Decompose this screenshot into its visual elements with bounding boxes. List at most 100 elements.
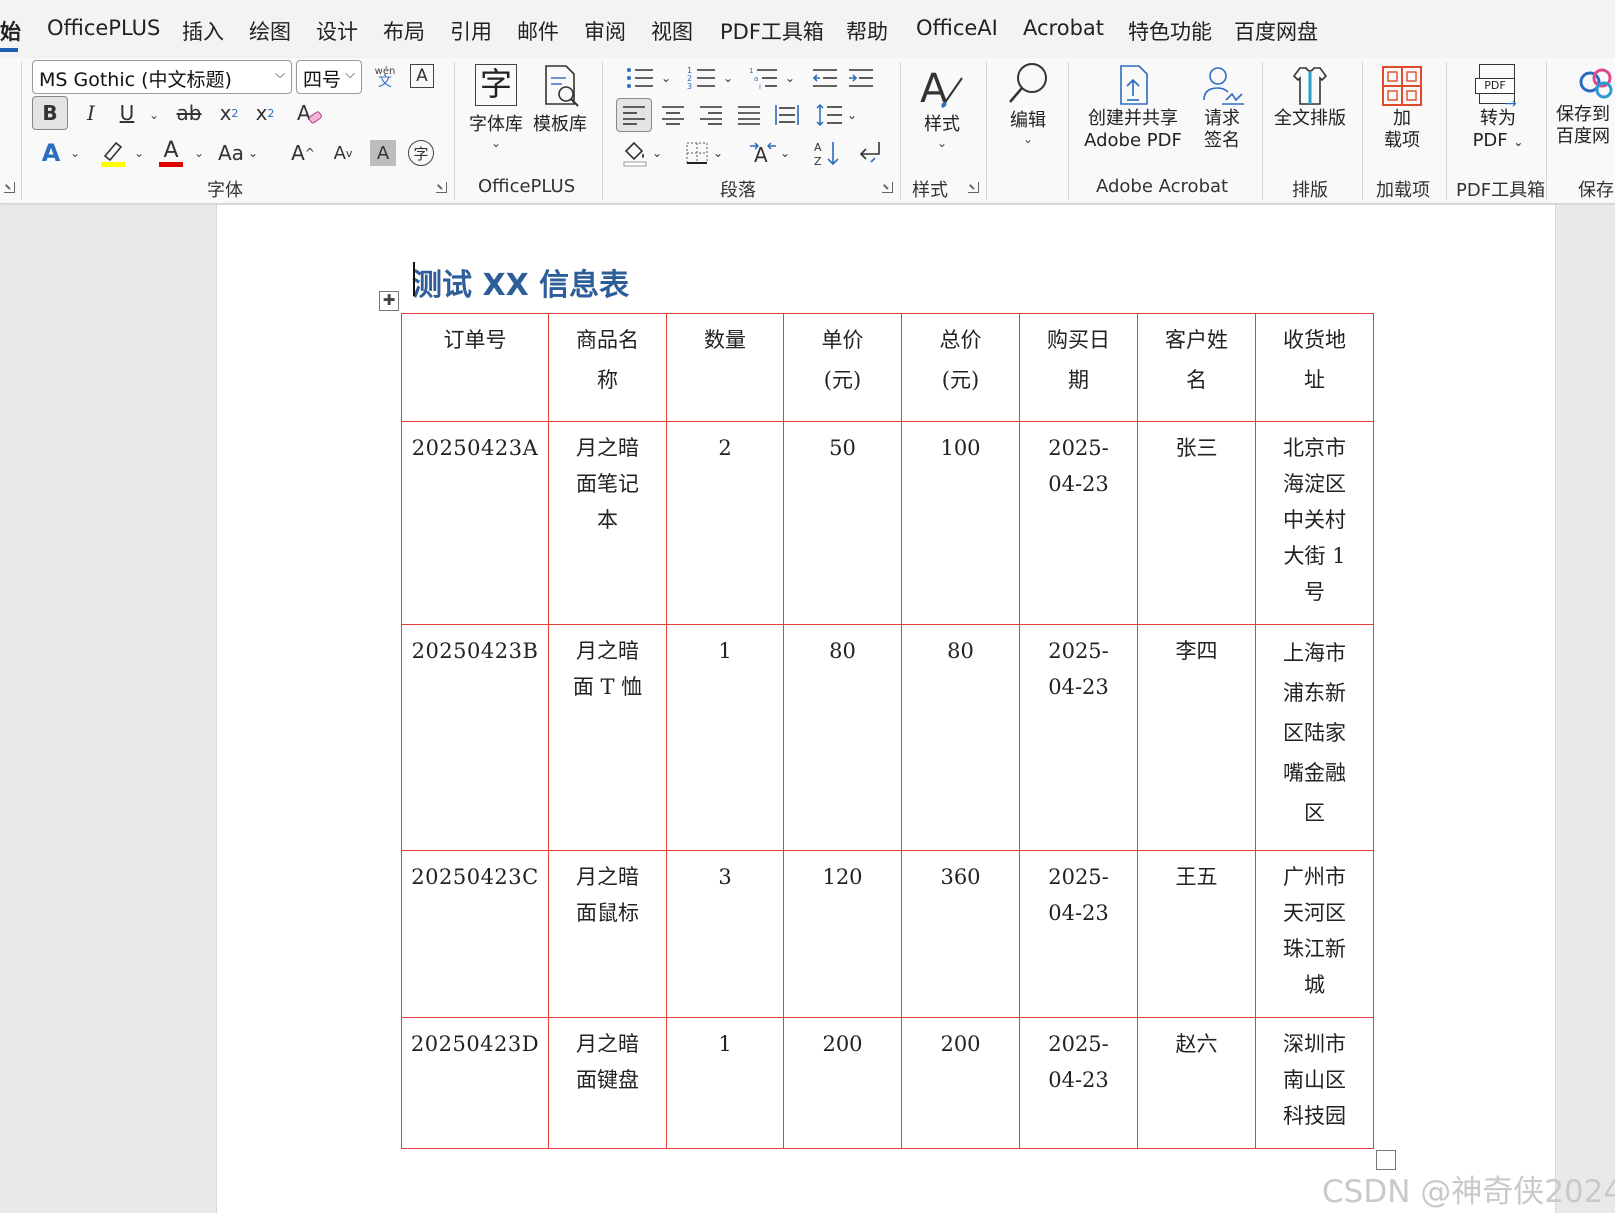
strikethrough-button[interactable]: ab xyxy=(172,96,206,130)
cell-order-no[interactable]: 20250423A xyxy=(401,421,549,625)
tab-pdf-toolbox[interactable]: PDF工具箱 xyxy=(720,16,824,46)
tab-layout[interactable]: 布局 xyxy=(383,16,425,46)
cell-address[interactable]: 广州市 天河区 珠江新城 xyxy=(1255,850,1374,1018)
shading-button[interactable]: ⌄ xyxy=(618,136,666,170)
superscript-button[interactable]: x2 xyxy=(250,96,280,130)
cell-unit-price[interactable]: 80 xyxy=(783,624,902,851)
change-case-button[interactable]: Aa ⌄ xyxy=(216,136,260,170)
character-border-button[interactable]: A xyxy=(410,64,434,88)
subscript-button[interactable]: x2 xyxy=(214,96,244,130)
numbering-button[interactable]: 123 ⌄ xyxy=(680,62,740,94)
show-marks-button[interactable] xyxy=(852,136,886,170)
cell-quantity[interactable]: 2 xyxy=(666,421,784,625)
cell-address[interactable]: 深圳市 南山区 科技园 xyxy=(1255,1017,1374,1149)
cell-customer[interactable]: 李四 xyxy=(1137,624,1256,851)
tab-view[interactable]: 视图 xyxy=(651,16,693,46)
table-move-handle-icon[interactable]: ✚ xyxy=(379,291,399,311)
tab-insert[interactable]: 插入 xyxy=(182,16,224,46)
highlight-button[interactable] xyxy=(98,136,128,170)
chevron-down-icon[interactable]: ⌵ xyxy=(345,67,355,82)
tab-references[interactable]: 引用 xyxy=(450,16,492,46)
font-color-button[interactable]: A xyxy=(156,136,186,170)
increase-indent-button[interactable] xyxy=(844,62,878,94)
cell-unit-price[interactable]: 120 xyxy=(783,850,902,1018)
header-cell-unit-price[interactable]: 单价 (元) xyxy=(783,313,902,422)
cell-customer[interactable]: 赵六 xyxy=(1137,1017,1256,1149)
cell-product[interactable]: 月之暗 面鼠标 xyxy=(548,850,667,1018)
justify-button[interactable] xyxy=(732,98,766,132)
italic-button[interactable]: I xyxy=(76,96,106,130)
cell-order-no[interactable]: 20250423D xyxy=(401,1017,549,1149)
align-left-button[interactable] xyxy=(616,98,652,132)
cell-order-no[interactable]: 20250423C xyxy=(401,850,549,1018)
font-size-select[interactable]: 四号 ⌵ xyxy=(296,60,362,94)
editing-button[interactable]: 编辑 ⌄ xyxy=(996,60,1060,146)
tab-review[interactable]: 审阅 xyxy=(584,16,626,46)
underline-dropdown-chevron-icon[interactable]: ⌄ xyxy=(149,108,159,122)
convert-to-pdf-button[interactable]: PDF → 转为 PDF ⌄ xyxy=(1460,64,1536,153)
document-title[interactable]: 测试 XX 信息表 xyxy=(412,260,629,304)
template-library-button[interactable]: 模板库 xyxy=(530,64,590,136)
cell-total-price[interactable]: 200 xyxy=(901,1017,1020,1149)
header-cell-total-price[interactable]: 总价 (元) xyxy=(901,313,1020,422)
cell-quantity[interactable]: 1 xyxy=(666,624,784,851)
header-cell-product[interactable]: 商品名称 xyxy=(548,313,667,422)
text-effects-button[interactable]: A xyxy=(36,136,66,170)
align-right-button[interactable] xyxy=(694,98,728,132)
distributed-button[interactable] xyxy=(770,98,804,132)
cell-total-price[interactable]: 100 xyxy=(901,421,1020,625)
font-name-select[interactable]: MS Gothic (中文标题) ⌵ xyxy=(32,60,292,94)
cell-customer[interactable]: 张三 xyxy=(1137,421,1256,625)
sort-button[interactable]: AZ xyxy=(810,136,844,170)
create-share-pdf-button[interactable]: 创建并共享 Adobe PDF xyxy=(1078,64,1188,152)
decrease-indent-button[interactable] xyxy=(808,62,842,94)
request-signature-button[interactable]: 请求 签名 xyxy=(1192,64,1252,152)
header-cell-purchase-date[interactable]: 购买日期 xyxy=(1019,313,1138,422)
cell-order-no[interactable]: 20250423B xyxy=(401,624,549,851)
cell-address[interactable]: 上海市 浦东新 区陆家 嘴金融区 xyxy=(1255,624,1374,851)
info-table[interactable]: 订单号 商品名称 数量 单价 (元) 总价 (元) 购买日期 客户姓名 收货地址 2… xyxy=(401,313,1374,1149)
borders-button[interactable]: ⌄ xyxy=(680,136,728,170)
tab-design[interactable]: 设计 xyxy=(316,16,358,46)
tab-special-features[interactable]: 特色功能 xyxy=(1128,16,1212,46)
asian-layout-button[interactable]: A ⌄ xyxy=(744,136,794,170)
cell-unit-price[interactable]: 50 xyxy=(783,421,902,625)
cell-customer[interactable]: 王五 xyxy=(1137,850,1256,1018)
tab-home[interactable]: 始 xyxy=(0,16,21,46)
multilevel-list-button[interactable]: 1ai ⌄ xyxy=(742,62,802,94)
grow-font-button[interactable]: A ^ xyxy=(288,136,318,170)
shrink-font-button[interactable]: Av xyxy=(328,136,358,170)
cell-product[interactable]: 月之暗面 T 恤 xyxy=(548,624,667,851)
header-cell-order-no[interactable]: 订单号 xyxy=(401,313,549,422)
text-effects-chevron-icon[interactable]: ⌄ xyxy=(70,146,80,160)
cell-address[interactable]: 北京市 海淀区 中关村 大街 1 号 xyxy=(1255,421,1374,625)
character-shading-button[interactable]: A xyxy=(370,140,396,166)
font-library-button[interactable]: 字 字体库 ⌄ xyxy=(466,64,526,150)
save-to-baidu-button[interactable]: 保存到 百度网 xyxy=(1556,64,1615,148)
enclose-characters-button[interactable]: 字 xyxy=(408,140,434,166)
highlight-chevron-icon[interactable]: ⌄ xyxy=(134,146,144,160)
tab-baidu-netdisk[interactable]: 百度网盘 xyxy=(1234,16,1318,46)
header-cell-customer[interactable]: 客户姓名 xyxy=(1137,313,1256,422)
cell-quantity[interactable]: 3 xyxy=(666,850,784,1018)
cell-total-price[interactable]: 80 xyxy=(901,624,1020,851)
bold-button[interactable]: B xyxy=(32,96,68,130)
tab-acrobat[interactable]: Acrobat xyxy=(1023,16,1104,40)
cell-quantity[interactable]: 1 xyxy=(666,1017,784,1149)
font-color-chevron-icon[interactable]: ⌄ xyxy=(194,146,204,160)
add-ins-button[interactable]: 加 载项 xyxy=(1372,64,1432,152)
tab-help[interactable]: 帮助 xyxy=(846,16,888,46)
tab-officeai[interactable]: OfficeAI xyxy=(916,16,998,40)
tab-draw[interactable]: 绘图 xyxy=(249,16,291,46)
clear-formatting-button[interactable]: A xyxy=(292,96,326,130)
header-cell-address[interactable]: 收货地址 xyxy=(1255,313,1374,422)
cell-total-price[interactable]: 360 xyxy=(901,850,1020,1018)
full-text-layout-button[interactable]: 全文排版 xyxy=(1270,64,1350,130)
cell-purchase-date[interactable]: 2025- 04-23 xyxy=(1019,624,1138,851)
tab-mailings[interactable]: 邮件 xyxy=(517,16,559,46)
styles-dialog-launcher-icon[interactable] xyxy=(968,182,979,193)
paragraph-dialog-launcher-icon[interactable] xyxy=(882,182,893,193)
cell-product[interactable]: 月之暗 面键盘 xyxy=(548,1017,667,1149)
line-spacing-button[interactable]: ⌄ xyxy=(812,98,860,132)
cell-purchase-date[interactable]: 2025- 04-23 xyxy=(1019,850,1138,1018)
